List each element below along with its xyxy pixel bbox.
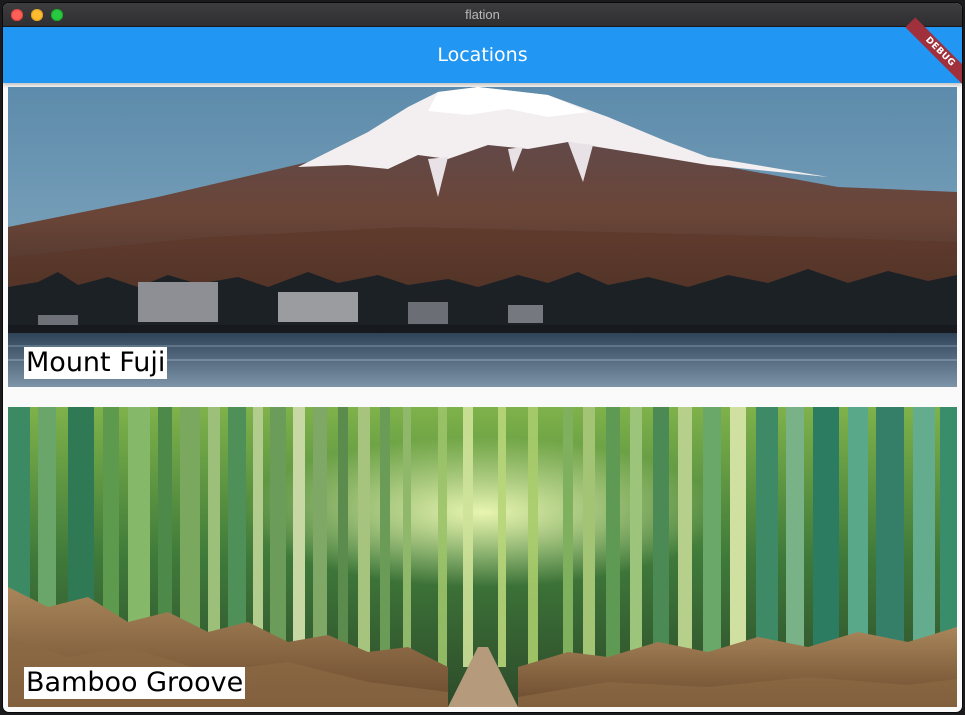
bamboo-forest-image <box>8 407 957 707</box>
mountain-lake-image <box>8 87 957 387</box>
title-bar: flation <box>3 3 962 27</box>
location-name: Bamboo Groove <box>24 667 246 699</box>
locations-list[interactable]: Mount Fuji Bamboo Groove <box>3 83 962 712</box>
app-bar: Locations DEBUG <box>3 17 962 87</box>
location-card-mount-fuji[interactable]: Mount Fuji <box>8 87 957 387</box>
page-title: Locations <box>437 44 528 66</box>
location-name: Mount Fuji <box>24 347 168 379</box>
app-window: flation Locations DEBUG Mount Fuji Bambo… <box>3 3 962 712</box>
location-card-bamboo-groove[interactable]: Bamboo Groove <box>8 407 957 707</box>
window-title: flation <box>465 7 500 22</box>
